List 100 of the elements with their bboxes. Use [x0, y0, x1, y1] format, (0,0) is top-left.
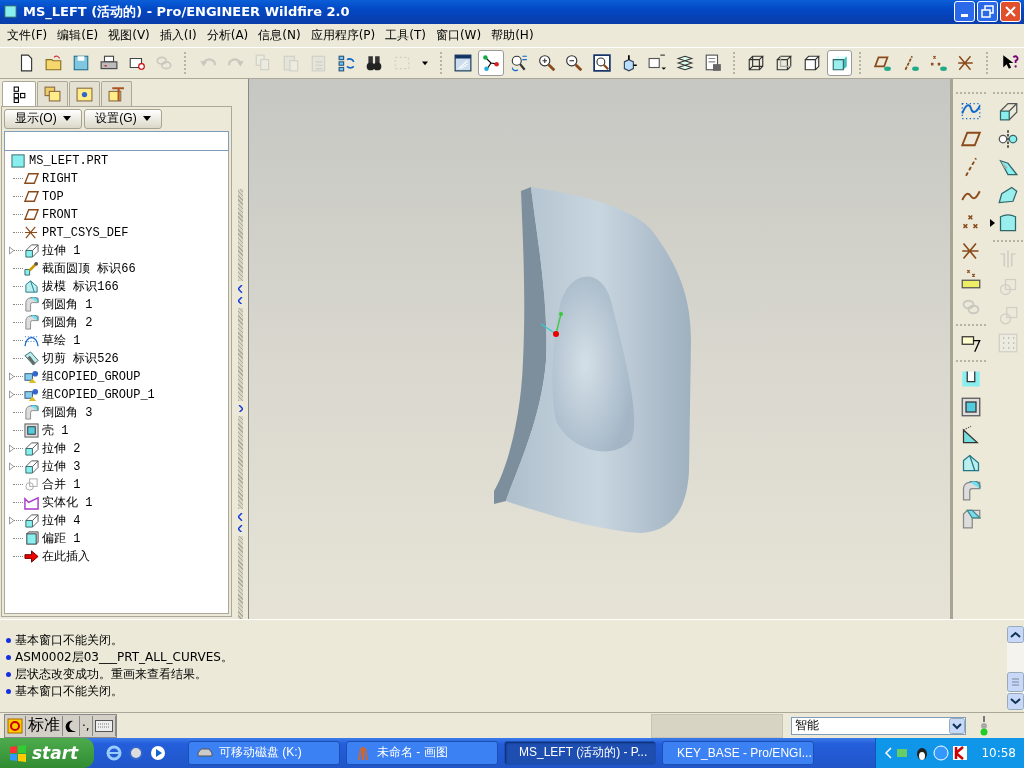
taskbar-button[interactable]: MS_LEFT (活动的) - P... [504, 741, 656, 765]
clock-time: 10:58 [981, 746, 1016, 760]
menu-item[interactable]: 应用程序(P) [305, 24, 381, 46]
round-icon [24, 315, 39, 331]
tree-item-label[interactable]: 切剪 标识526 [42, 350, 119, 368]
menu-item[interactable]: 编辑(E) [52, 24, 104, 46]
media-play-icon[interactable] [150, 745, 166, 761]
tree-item-label[interactable]: RIGHT [42, 171, 78, 186]
tree-item-label[interactable]: 拉伸 3 [42, 458, 81, 476]
scroll-up-button[interactable] [1007, 625, 1024, 643]
tree-item-label[interactable]: 草绘 1 [42, 332, 81, 350]
restore-icon [980, 4, 995, 20]
menu-item[interactable]: 工具(T) [380, 24, 431, 46]
datum-plane-icon [24, 189, 39, 205]
tree-item-label[interactable]: FRONT [42, 207, 78, 222]
caret-icon [142, 115, 151, 122]
tree-item-label[interactable]: 在此插入 [42, 548, 90, 566]
menu-item[interactable]: 视图(V) [103, 24, 155, 46]
minimize-icon [961, 14, 968, 18]
expand-triangle-icon[interactable] [9, 390, 15, 400]
panel-dropdown-button[interactable]: 设置(G) [84, 108, 162, 129]
tree-item-label[interactable]: 拔模 标识166 [42, 278, 119, 296]
taskbar-button[interactable]: 未命名 - 画图 [346, 741, 498, 765]
tree-item-label[interactable]: 组COPIED_GROUP [42, 368, 141, 386]
fill-surface-icon [997, 212, 1018, 233]
ime-mode-label[interactable]: 标准 [26, 715, 63, 736]
close-button[interactable] [1000, 1, 1021, 23]
tree-item-label[interactable]: 实体化 1 [42, 494, 93, 512]
expand-triangle-icon[interactable] [9, 444, 15, 454]
datum-point-display-icon [929, 53, 948, 72]
tree-item-label[interactable]: MS_LEFT.PRT [29, 153, 109, 168]
folder-stack-icon [44, 85, 61, 103]
traffic-light-icon [980, 715, 988, 736]
tree-item-label[interactable]: 拉伸 1 [42, 242, 81, 260]
tree-item-label[interactable]: 倒圆角 1 [42, 296, 93, 314]
menu-item[interactable]: 信息(N) [253, 24, 306, 46]
chamfer-icon [961, 508, 982, 529]
ime-punctuation-label[interactable]: ·, [80, 715, 93, 736]
tree-item-label[interactable]: 合并 1 [42, 476, 81, 494]
expand-triangle-icon[interactable] [9, 516, 15, 526]
blend-icon [997, 184, 1018, 205]
expand-triangle-icon[interactable] [9, 372, 15, 382]
merge-icon [24, 477, 39, 493]
spin-center-button[interactable] [478, 49, 504, 76]
minimize-button[interactable] [954, 1, 975, 23]
insert-arrow-icon [24, 549, 39, 565]
tree-item-label[interactable]: 倒圆角 2 [42, 314, 93, 332]
half-moon-icon [65, 719, 77, 732]
merge-icon [997, 276, 1018, 297]
draft-icon [961, 452, 982, 473]
binoculars-icon [365, 53, 384, 72]
bullet-icon [6, 654, 11, 660]
expand-triangle-icon[interactable] [9, 462, 15, 472]
tree-item-label[interactable]: 拉伸 2 [42, 440, 81, 458]
tree-item-label[interactable]: PRT_CSYS_DEF [42, 225, 129, 240]
menu-item[interactable]: 分析(A) [201, 24, 254, 46]
restore-button[interactable] [977, 1, 998, 23]
solidify-icon [24, 495, 39, 511]
revolve-icon [997, 128, 1018, 149]
view-manager-icon [703, 53, 722, 72]
repaint-icon [454, 53, 473, 72]
menu-item[interactable]: 帮助(H) [486, 24, 539, 46]
expand-chevron-icon [237, 404, 243, 413]
start-button[interactable]: start [0, 738, 94, 768]
extrude-icon [24, 459, 39, 475]
shell-icon [961, 396, 982, 417]
tray-expand-icon [884, 747, 893, 759]
taskbar-button[interactable]: 可移动磁盘 (K:) [188, 741, 340, 765]
round-icon [24, 405, 39, 421]
filter-field[interactable] [4, 130, 229, 151]
wireframe-cube-icon [747, 53, 766, 72]
menu-item[interactable]: 文件(F) [2, 24, 53, 46]
analysis-feature-icon [961, 268, 982, 289]
tree-item-label[interactable]: 截面圆顶 标识66 [42, 260, 136, 278]
datum-plane-icon [24, 171, 39, 187]
tree-item-label[interactable]: 拉伸 4 [42, 512, 81, 530]
datum-plane-icon [24, 207, 39, 223]
shaded-cube-button[interactable] [826, 49, 853, 76]
tree-item-label[interactable]: 偏距 1 [42, 530, 81, 548]
tree-item-label[interactable]: 壳 1 [42, 422, 69, 440]
k-shield-icon [952, 745, 969, 761]
scroll-down-button[interactable] [1007, 693, 1024, 711]
panel-tab[interactable] [2, 80, 36, 107]
scroll-thumb[interactable] [1007, 671, 1024, 692]
menu-item[interactable]: 插入(I) [154, 24, 202, 46]
panel-dropdown-button[interactable]: 显示(O) [4, 108, 82, 129]
expand-triangle-icon[interactable] [9, 246, 15, 256]
filter-dropdown[interactable]: 智能 [791, 716, 966, 735]
menu-item[interactable]: 窗口(W) [430, 24, 487, 46]
tree-item-label[interactable]: 组COPIED_GROUP_1 [42, 386, 155, 404]
taskbar-button[interactable]: KEY_BASE - Pro/ENGI... [662, 741, 814, 765]
globe-icon [933, 745, 950, 761]
tree-item-label[interactable]: 倒圆角 3 [42, 404, 93, 422]
tree-item-label[interactable]: TOP [42, 189, 64, 204]
round-icon [24, 297, 39, 313]
round-icon [961, 480, 982, 501]
extrude-icon [997, 100, 1018, 121]
paint-brushes-icon [355, 745, 371, 761]
bullet-icon [6, 688, 11, 694]
extrude-icon [24, 513, 39, 529]
